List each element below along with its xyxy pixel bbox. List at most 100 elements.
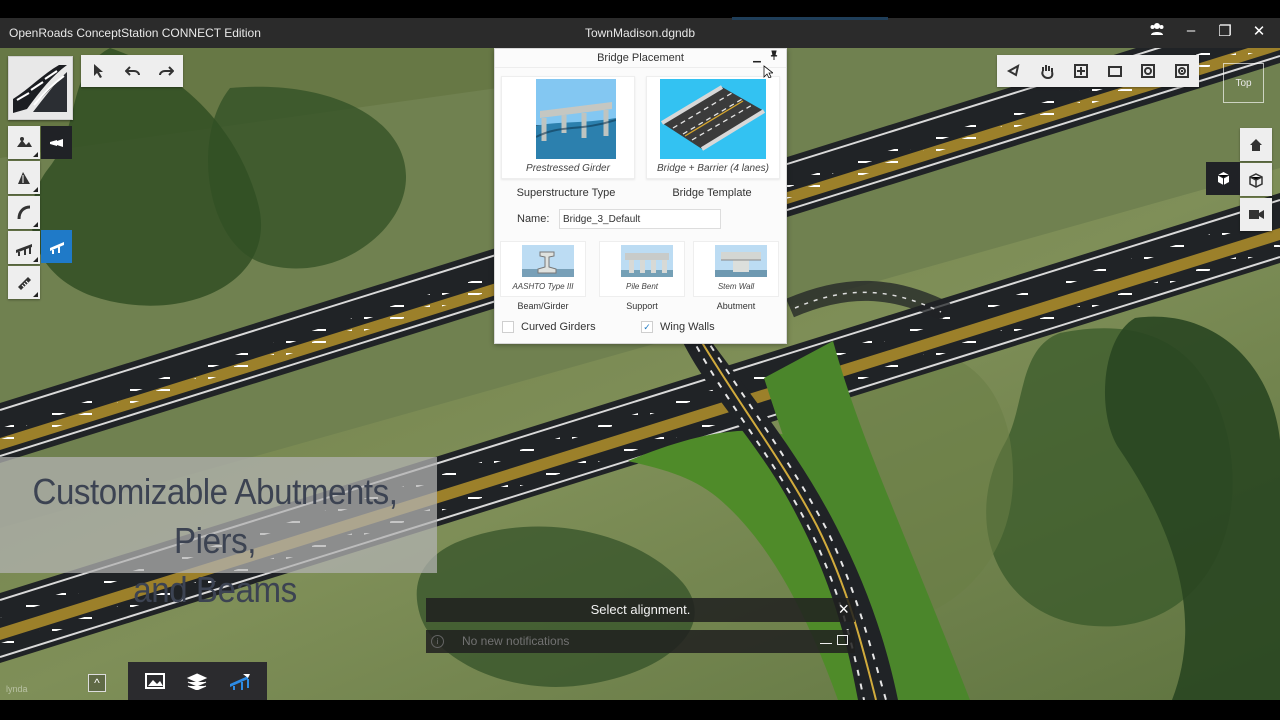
bridge-tool-button[interactable]	[8, 231, 40, 264]
aashto-type-iii-caption: AASHTO Type III	[512, 282, 574, 291]
cube-white-icon	[1217, 172, 1229, 185]
prestressed-girder-thumbnail	[536, 79, 616, 159]
curved-girders-checkbox[interactable]	[502, 321, 514, 333]
bridge-template-card[interactable]: Bridge + Barrier (4 lanes)	[646, 76, 780, 179]
stem-wall-caption: Stem Wall	[717, 282, 755, 291]
camera-view-button[interactable]	[1165, 55, 1199, 87]
marker-icon	[49, 138, 63, 147]
alignment-icon	[18, 171, 30, 184]
terrain-flyout-button[interactable]	[41, 126, 72, 159]
map-image-icon	[145, 673, 166, 689]
notification-bar: i No new notifications	[426, 630, 855, 653]
info-icon: i	[431, 635, 444, 648]
curve-tool-button[interactable]	[8, 196, 40, 229]
wing-walls-checkbox[interactable]: ✓	[641, 321, 653, 333]
terrain-tool-button[interactable]	[8, 126, 40, 159]
bridge-placement-icon	[49, 241, 64, 254]
prestressed-girder-caption: Prestressed Girder	[526, 163, 610, 174]
minimize-notifications-button[interactable]	[820, 634, 832, 644]
mouse-cursor-icon	[763, 65, 773, 78]
wing-walls-label: Wing Walls	[660, 321, 715, 333]
terrain-icon	[17, 136, 32, 147]
superstructure-type-card[interactable]: Prestressed Girder	[501, 76, 635, 179]
bridge-design-icon	[229, 674, 250, 690]
bridge-barrier-caption: Bridge + Barrier (4 lanes)	[657, 163, 769, 174]
lower-third-line-2: and Beams	[133, 569, 297, 610]
openroads-app-logo[interactable]	[8, 56, 73, 120]
document-title: TownMadison.dgndb	[584, 26, 696, 40]
ruler-icon	[18, 276, 31, 290]
bridge-barrier-thumbnail	[660, 79, 766, 159]
window-icon	[1107, 66, 1122, 77]
layers-icon	[187, 673, 208, 690]
window-controls: – ❐ ✕	[1148, 22, 1268, 40]
users-icon[interactable]	[1148, 22, 1166, 40]
undo-icon	[124, 66, 140, 76]
video-camera-button[interactable]	[1240, 198, 1272, 231]
view-cube-button[interactable]	[1240, 163, 1272, 196]
video-lower-third: Customizable Abutments, Piers, and Beams	[0, 457, 437, 610]
maximize-notifications-button[interactable]	[837, 635, 848, 645]
fit-view-icon	[1006, 64, 1020, 77]
select-alignment-prompt: Select alignment. ×	[426, 598, 855, 622]
road-logo-icon	[13, 65, 67, 113]
lower-third-line-1: Customizable Abutments, Piers,	[32, 471, 398, 561]
close-prompt-button[interactable]: ×	[838, 597, 849, 621]
bottom-launcher-toolbar	[128, 662, 267, 700]
stem-wall-thumbnail	[715, 245, 767, 277]
bridge-name-input[interactable]	[559, 209, 721, 229]
top-edit-toolbar	[81, 55, 183, 87]
bridge-placement-title: Bridge Placement	[597, 52, 684, 64]
message-center: Select alignment. × i No new notificatio…	[426, 598, 856, 654]
bridge-template-label: Bridge Template	[672, 187, 752, 199]
abutment-label: Abutment	[716, 301, 756, 311]
pan-view-button[interactable]	[1031, 55, 1065, 87]
home-view-button[interactable]	[1240, 128, 1272, 161]
pin-icon	[770, 50, 778, 60]
support-label: Support	[626, 301, 658, 311]
layers-button[interactable]	[180, 666, 214, 696]
redo-button[interactable]	[149, 55, 183, 87]
fit-view-button[interactable]	[997, 55, 1031, 87]
measure-tool-button[interactable]	[8, 266, 40, 299]
undo-button[interactable]	[115, 55, 149, 87]
prompt-text: Select alignment.	[590, 602, 691, 617]
map-viewport[interactable]: Top Bridge Placement ▁ Prestressed Girde…	[0, 48, 1280, 700]
window-area-button[interactable]	[1098, 55, 1132, 87]
left-tool-stack	[8, 126, 41, 299]
lynda-watermark: lynda	[6, 684, 28, 694]
bridge-flyout-button[interactable]	[41, 230, 72, 263]
imagery-button[interactable]	[138, 666, 172, 696]
navigation-stack	[1240, 128, 1272, 231]
curve-icon	[17, 205, 31, 219]
title-accent-line	[732, 17, 888, 20]
superstructure-type-label: Superstructure Type	[516, 187, 616, 199]
bridge-icon	[16, 243, 32, 256]
expand-bottom-toolbar-button[interactable]: ^	[88, 674, 106, 692]
aashto-type-iii-thumbnail	[522, 245, 574, 277]
select-tool-button[interactable]	[81, 55, 115, 87]
alignment-tool-button[interactable]	[8, 161, 40, 194]
zoom-window-button[interactable]	[1064, 55, 1098, 87]
bridge-name-label: Name:	[517, 213, 550, 225]
curved-girders-option[interactable]: Curved Girders	[502, 321, 596, 333]
notifications-text: No new notifications	[462, 634, 570, 648]
pile-bent-caption: Pile Bent	[625, 282, 659, 291]
beam-girder-card[interactable]: AASHTO Type III	[500, 241, 586, 297]
wing-walls-option[interactable]: ✓ Wing Walls	[641, 321, 715, 333]
support-card[interactable]: Pile Bent	[599, 241, 685, 297]
camera-view-icon	[1174, 64, 1189, 78]
redo-icon	[158, 66, 174, 76]
abutment-card[interactable]: Stem Wall	[693, 241, 779, 297]
close-window-button[interactable]: ✕	[1250, 22, 1268, 40]
pan-icon	[1041, 65, 1054, 79]
cube-flyout-button[interactable]	[1206, 162, 1240, 195]
select-icon	[94, 64, 103, 78]
video-camera-icon	[1248, 210, 1264, 219]
bridge-design-button[interactable]	[223, 666, 257, 696]
cube-icon	[1249, 172, 1263, 188]
minimize-window-button[interactable]: –	[1182, 22, 1200, 40]
camera-settings-button[interactable]	[1131, 55, 1165, 87]
restore-window-button[interactable]: ❐	[1216, 22, 1234, 40]
top-view-cube[interactable]: Top	[1223, 63, 1264, 103]
